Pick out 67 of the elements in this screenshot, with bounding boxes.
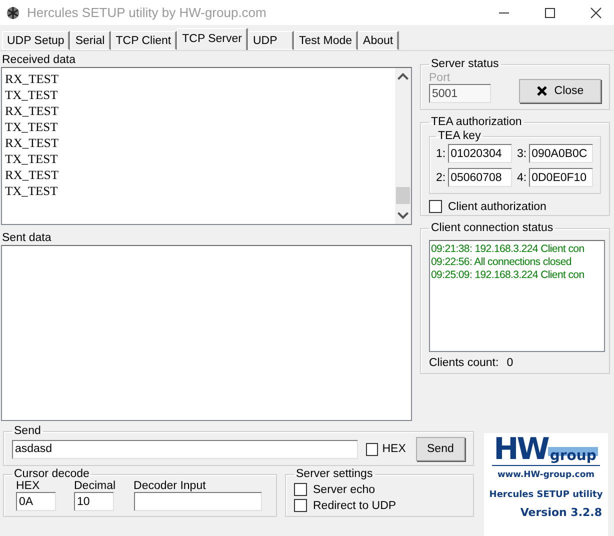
group-title: Send bbox=[13, 425, 42, 437]
group-title: Cursor decode bbox=[13, 468, 90, 480]
checkbox-label: Redirect to UDP bbox=[313, 500, 396, 512]
tab[interactable]: Test Mode bbox=[294, 31, 358, 50]
decode-field[interactable] bbox=[134, 492, 262, 511]
checkbox-label: HEX bbox=[382, 443, 406, 455]
log-line: 09:21:38: 192.168.3.224 Client con bbox=[431, 243, 586, 256]
key-field[interactable]: 05060708 bbox=[448, 168, 512, 187]
logo-brand: HW bbox=[494, 435, 548, 465]
app-icon bbox=[5, 4, 21, 20]
tab[interactable]: UDP bbox=[248, 31, 294, 50]
field-label: Decimal bbox=[74, 480, 116, 492]
group-title: Server status bbox=[430, 58, 500, 70]
cross-icon bbox=[536, 85, 548, 97]
key-field[interactable]: 090A0B0C bbox=[528, 144, 593, 163]
clients-count-value: 0 bbox=[506, 357, 514, 369]
close-icon[interactable] bbox=[590, 6, 602, 18]
logo-suffix: group bbox=[548, 447, 598, 465]
key-index: 1: bbox=[436, 148, 446, 160]
received-line: RX_TEST bbox=[5, 71, 60, 87]
tab[interactable]: TCP Server bbox=[177, 28, 248, 50]
group-title: TEA authorization bbox=[430, 116, 523, 128]
received-line: RX_TEST bbox=[5, 103, 60, 119]
decode-field[interactable]: 0A bbox=[16, 492, 56, 511]
window-title: Hercules SETUP utility by HW-group.com bbox=[27, 5, 266, 20]
clients-count-label: Clients count: bbox=[429, 357, 499, 369]
log-line: 09:22:56: All connections closed bbox=[431, 256, 572, 269]
log-line: 09:25:09: 192.168.3.224 Client con bbox=[431, 269, 586, 282]
group-title: Server settings bbox=[295, 468, 374, 480]
port-label: Port bbox=[429, 72, 452, 84]
checkbox-label: Server echo bbox=[313, 484, 376, 496]
maximize-icon[interactable] bbox=[544, 6, 556, 18]
key-index: 2: bbox=[436, 172, 446, 184]
group-title: TEA key bbox=[437, 130, 482, 142]
send-field[interactable]: asdasd bbox=[12, 440, 358, 458]
received-data-area[interactable]: RX_TEST TX_TEST RX_TEST TX_TEST RX_TEST TX_TEST RX_TEST TX_TEST bbox=[1, 67, 412, 225]
decode-field[interactable]: 10 bbox=[74, 492, 114, 511]
received-line: TX_TEST bbox=[5, 183, 59, 199]
field-label: HEX bbox=[16, 480, 41, 492]
product-name: Hercules SETUP utility bbox=[489, 490, 603, 500]
group-title: Client connection status bbox=[430, 222, 554, 234]
received-data-label: Received data bbox=[1, 54, 77, 67]
received-line: RX_TEST bbox=[5, 135, 60, 151]
field-label: Decoder Input bbox=[134, 480, 207, 492]
send-button[interactable]: Send bbox=[416, 437, 466, 461]
version-label: Version 3.2.8 bbox=[520, 506, 603, 519]
received-line: TX_TEST bbox=[5, 119, 59, 135]
scrollbar[interactable] bbox=[395, 68, 411, 224]
tab[interactable]: Serial bbox=[70, 31, 111, 50]
checkbox[interactable] bbox=[294, 483, 307, 496]
checkbox[interactable] bbox=[294, 499, 307, 512]
checkbox[interactable] bbox=[429, 200, 442, 213]
tab[interactable]: About bbox=[358, 31, 400, 50]
scroll-thumb[interactable] bbox=[396, 187, 410, 204]
received-line: TX_TEST bbox=[5, 87, 59, 103]
key-field[interactable]: 0D0E0F10 bbox=[528, 168, 593, 187]
received-line: RX_TEST bbox=[5, 167, 60, 183]
checkbox-label: Client authorization bbox=[448, 200, 546, 212]
received-line: TX_TEST bbox=[5, 151, 59, 167]
sent-data-label: Sent data bbox=[1, 232, 52, 245]
checkbox[interactable] bbox=[366, 442, 378, 456]
key-index: 4: bbox=[517, 172, 527, 184]
key-field[interactable]: 01020304 bbox=[448, 144, 512, 163]
logo-url: www.HW-group.com bbox=[497, 470, 595, 480]
tab[interactable]: UDP Setup bbox=[2, 31, 70, 50]
key-index: 3: bbox=[517, 148, 527, 160]
tab[interactable]: TCP Client bbox=[110, 31, 178, 50]
